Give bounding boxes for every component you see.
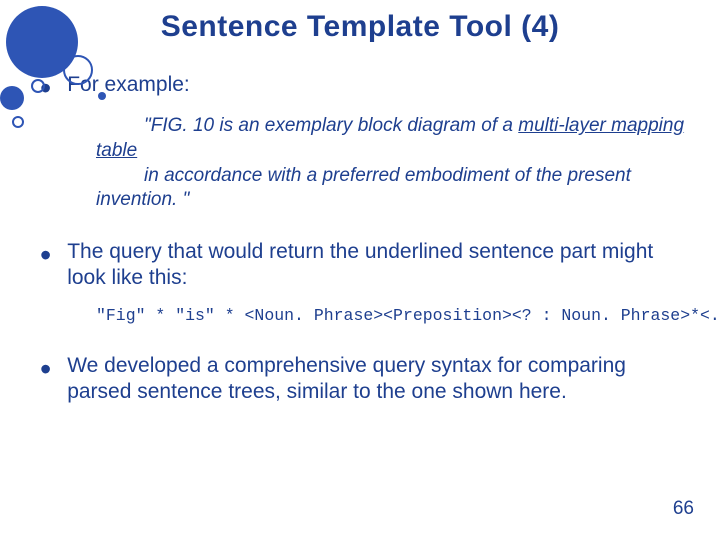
slide-title: Sentence Template Tool (4) [0,0,720,44]
bullet-dot: • [40,245,51,265]
bullet-dot: • [40,78,51,98]
slide-body: • For example: "FIG. 10 is an exemplary … [0,44,720,405]
query-code: "Fig" * "is" * <Noun. Phrase><Prepositio… [96,306,690,325]
bullet-dot: • [40,359,51,379]
bullet-text-3: We developed a comprehensive query synta… [67,353,690,406]
bullet-text-1: For example: [67,72,690,98]
page-number: 66 [673,498,694,520]
bullet-text-2: The query that would return the underlin… [67,239,690,292]
example-line3: in accordance with a preferred embodimen… [96,165,631,211]
example-line1-pre: "FIG. 10 is an exemplary block diagram o… [144,115,518,136]
bullet-item-3: • We developed a comprehensive query syn… [40,353,690,406]
bullet-item-2: • The query that would return the underl… [40,239,690,292]
bullet-item-1: • For example: [40,72,690,98]
example-quote: "FIG. 10 is an exemplary block diagram o… [96,114,690,213]
example-line1-underlined: multi-layer mapping [518,115,684,136]
example-line2-underlined: table [96,140,137,161]
